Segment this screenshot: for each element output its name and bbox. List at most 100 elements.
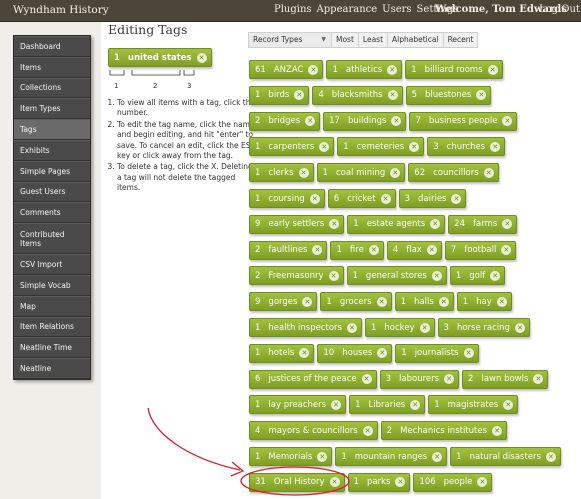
delete-icon[interactable]: ✕ [503,399,514,410]
sidebar-item-guest-users[interactable]: Guest Users [14,181,90,203]
delete-icon[interactable]: ✕ [409,141,420,152]
tag-name[interactable]: lay preachers [268,400,326,410]
tag-name[interactable]: dairies [418,194,446,204]
tag-name[interactable]: Libraries [369,400,406,410]
delete-icon[interactable]: ✕ [317,451,328,462]
delete-icon[interactable]: ✕ [329,477,340,488]
delete-icon[interactable]: ✕ [483,167,494,178]
tag-name[interactable]: grocers [340,297,372,307]
tag-name[interactable]: hotels [268,348,294,358]
tag-name[interactable]: cricket [347,194,375,204]
tag-name[interactable]: journalists [415,348,459,358]
delete-icon[interactable]: ✕ [496,296,507,307]
tag-count-link[interactable]: 7 [415,116,420,126]
tag-count-link[interactable]: 1 [255,194,260,204]
delete-icon[interactable]: ✕ [305,116,316,127]
tag-count-link[interactable]: 2 [468,374,473,384]
sidebar-item-item-relations[interactable]: Item Relations [14,316,90,338]
tag-count-link[interactable]: 1 [255,90,260,100]
tag-name[interactable]: Oral History [274,477,325,487]
delete-icon[interactable]: ✕ [328,270,339,281]
tag-count-link[interactable]: 2 [255,271,260,281]
tag-name[interactable]: clerks [268,168,293,178]
sort-alphabetical-button[interactable]: Alphabetical [387,32,444,48]
tag-name[interactable]: lawn bowls [481,374,528,384]
delete-icon[interactable]: ✕ [490,141,501,152]
delete-icon[interactable]: ✕ [331,399,342,410]
tag-count-link[interactable]: 1 [411,65,416,75]
tag-name[interactable]: birds [268,90,289,100]
delete-icon[interactable]: ✕ [312,245,323,256]
sidebar-item-exhibits[interactable]: Exhibits [14,139,90,161]
tag-count-link[interactable]: 1 [353,219,358,229]
tag-count-link[interactable]: 4 [393,245,398,255]
delete-icon[interactable]: ✕ [502,219,513,230]
delete-icon[interactable]: ✕ [492,425,503,436]
site-title[interactable]: Wyndham History [13,4,109,16]
tag-count-link[interactable]: 6 [334,194,339,204]
tag-name[interactable]: mountain ranges [355,452,427,462]
tag-name[interactable]: magistrates [448,400,499,410]
tag-name[interactable]: cemeteries [357,142,405,152]
tag-count-link[interactable]: 1 [326,297,331,307]
tag-name[interactable]: natural disasters [470,452,541,462]
tag-name[interactable]: estate agents [367,219,425,229]
tag-name[interactable]: bridges [268,116,300,126]
tag-name[interactable]: hay [476,297,492,307]
tag-name[interactable]: health inspectors [268,323,342,333]
tag-count-link[interactable]: 106 [419,477,435,487]
tag-count-link[interactable]: 1 [336,245,341,255]
tag-count-link[interactable]: 1 [401,297,406,307]
tag-name[interactable]: coal mining [336,168,385,178]
tag-count-link[interactable]: 1 [332,65,337,75]
tag-name[interactable]: athletics [346,65,382,75]
delete-icon[interactable]: ✕ [319,141,330,152]
sort-least-button[interactable]: Least [357,32,389,48]
delete-icon[interactable]: ✕ [514,322,525,333]
delete-icon[interactable]: ✕ [395,477,406,488]
tag-count-link[interactable]: 1 [463,297,468,307]
tag-count-link[interactable]: 1 [355,400,360,410]
delete-icon[interactable]: ✕ [476,90,487,101]
tag-count-link[interactable]: 1 [323,168,328,178]
tag-count-link[interactable]: 9 [255,297,260,307]
sidebar-item-neatline[interactable]: Neatline [14,358,90,379]
delete-icon[interactable]: ✕ [329,219,340,230]
tag-name[interactable]: bluestones [425,90,471,100]
tag-name[interactable]: people [444,477,473,487]
delete-icon[interactable]: ✕ [298,167,309,178]
tag-count-link[interactable]: 6 [255,374,260,384]
tag-name[interactable]: justices of the peace [268,374,356,384]
tag-count-link[interactable]: 5 [412,90,417,100]
sidebar-item-simple-pages[interactable]: Simple Pages [14,160,90,182]
tag-name[interactable]: Mechanics institutes [400,426,487,436]
delete-icon[interactable]: ✕ [377,348,388,359]
tag-name[interactable]: gorges [268,297,297,307]
nav-users[interactable]: Users [382,4,411,15]
tag-name[interactable]: billiard rooms [425,65,483,75]
tag-name[interactable]: Memorials [268,452,312,462]
tag-count-link[interactable]: 17 [329,116,340,126]
sidebar-item-tags[interactable]: Tags [14,119,90,140]
delete-icon[interactable]: ✕ [302,296,313,307]
tag-name[interactable]: houses [342,348,372,358]
sidebar-item-simple-vocab[interactable]: Simple Vocab [14,274,90,296]
tag-name[interactable]: horse racing [457,323,510,333]
tag-count-link[interactable]: 1 [255,452,260,462]
tag-count-link[interactable]: 1 [255,168,260,178]
tag-name[interactable]: early settlers [268,219,324,229]
tag-count-link[interactable]: 24 [454,219,465,229]
delete-icon[interactable]: ✕ [502,116,513,127]
logout-link[interactable]: Log Out [539,4,580,15]
tag-count-link[interactable]: 9 [255,219,260,229]
tag-count-link[interactable]: 3 [405,194,410,204]
delete-icon[interactable]: ✕ [419,322,430,333]
delete-icon[interactable]: ✕ [432,451,443,462]
delete-icon[interactable]: ✕ [444,374,455,385]
sidebar-item-csv-import[interactable]: CSV Import [14,254,90,275]
tag-count-link[interactable]: 10 [323,348,334,358]
delete-icon[interactable]: ✕ [501,245,512,256]
sort-most-button[interactable]: Most [331,32,359,48]
tag-count-link[interactable]: 2 [255,245,260,255]
sidebar-item-comments[interactable]: Comments [14,202,90,224]
